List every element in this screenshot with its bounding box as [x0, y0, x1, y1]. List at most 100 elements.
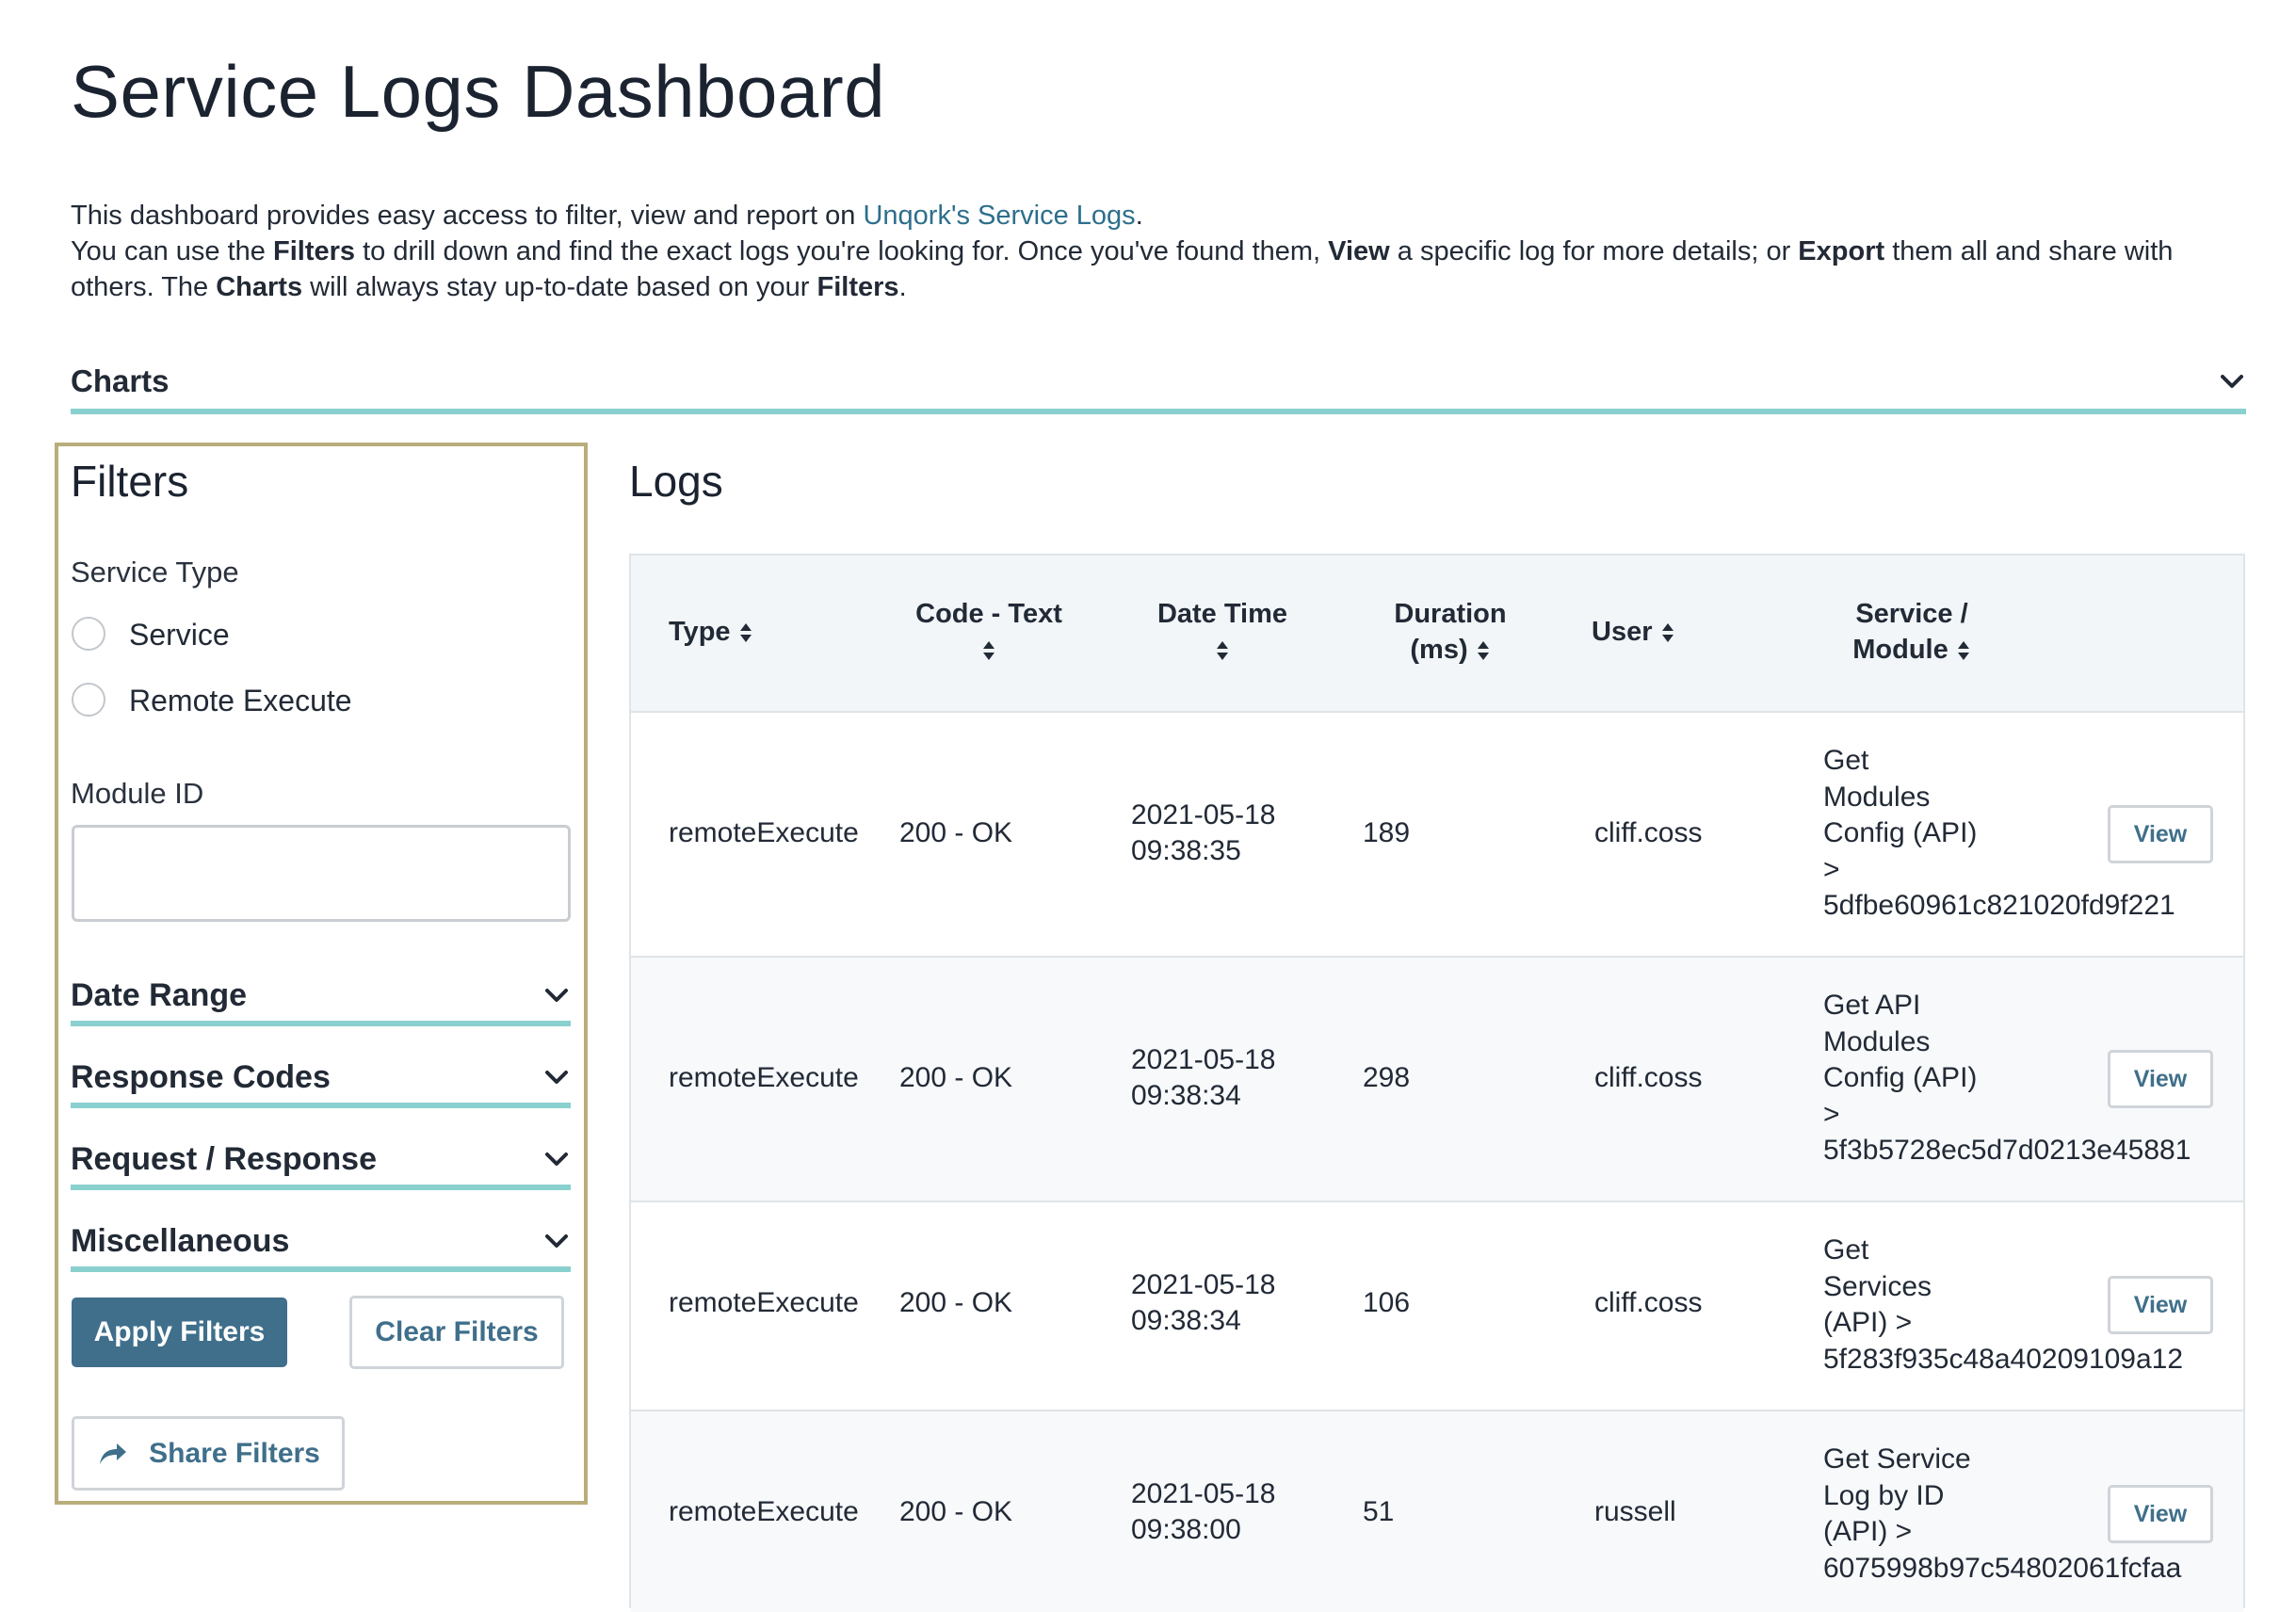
module-id-input[interactable] [72, 825, 571, 922]
logs-table: Type Code - Text Date Time Duration (ms)… [629, 554, 2245, 1612]
view-button[interactable]: View [2108, 1276, 2213, 1334]
cell-type: remoteExecute [669, 817, 859, 848]
cell-user: russell [1594, 1496, 1676, 1527]
module-id-label: Module ID [71, 777, 204, 810]
charts-accordion[interactable]: Charts [71, 358, 2246, 414]
intro-text-part: a specific log for more details; or [1389, 236, 1799, 266]
intro-text-bold: Filters [273, 236, 356, 266]
intro-text-bold: Export [1798, 236, 1885, 266]
column-header-label: Duration [1394, 599, 1507, 629]
radio-service-label: Service [129, 618, 230, 652]
column-header-datetime[interactable]: Date Time [1119, 596, 1326, 668]
cell-duration: 106 [1363, 1287, 1411, 1318]
cell-datetime: 2021-05-18 09:38:34 [1131, 1042, 1275, 1114]
sort-icon [738, 621, 753, 644]
share-filters-button[interactable]: Share Filters [72, 1416, 345, 1491]
intro-text-bold: Filters [817, 272, 899, 302]
share-icon [96, 1440, 128, 1468]
service-line: Get [1823, 1234, 1869, 1265]
intro-text-bold: View [1328, 236, 1390, 266]
intro-text-part: to drill down and find the exact logs yo… [355, 236, 1329, 266]
column-header-label: User [1592, 617, 1653, 647]
cell-time: 09:38:34 [1131, 1080, 1241, 1111]
cell-date: 2021-05-18 [1131, 799, 1276, 830]
table-row: remoteExecute 200 - OK 2021-05-18 09:38:3… [631, 1201, 2243, 1410]
intro-text-bold: Charts [216, 272, 303, 302]
column-header-label: Service / [1855, 599, 1968, 629]
cell-time: 09:38:00 [1131, 1514, 1241, 1545]
cell-code: 200 - OK [899, 1496, 1013, 1527]
service-line: 5f3b5728ec5d7d0213e45881 [1823, 1135, 2191, 1166]
sort-icon [1660, 621, 1675, 644]
clear-filters-button[interactable]: Clear Filters [349, 1296, 564, 1369]
accordion-date-range-label: Date Range [71, 977, 248, 1013]
accordion-response-codes-label: Response Codes [71, 1059, 331, 1095]
accordion-response-codes[interactable]: Response Codes [71, 1052, 571, 1108]
sort-icon [1215, 639, 1230, 662]
table-row: remoteExecute 200 - OK 2021-05-18 09:38:3… [631, 711, 2243, 956]
cell-datetime: 2021-05-18 09:38:34 [1131, 1267, 1275, 1339]
chevron-down-icon [542, 1063, 571, 1091]
service-line: 6075998b97c54802061fcfaa [1823, 1552, 2182, 1584]
cell-time: 09:38:34 [1131, 1305, 1241, 1336]
column-header-label: Date Time [1156, 599, 1288, 629]
cell-datetime: 2021-05-18 09:38:35 [1131, 798, 1275, 869]
radio-remote-execute[interactable] [72, 683, 105, 717]
cell-duration: 189 [1363, 817, 1411, 848]
charts-accordion-label: Charts [71, 363, 170, 398]
cell-time: 09:38:35 [1131, 835, 1241, 866]
accordion-miscellaneous[interactable]: Miscellaneous [71, 1216, 571, 1272]
column-header-label: Type [669, 617, 731, 647]
cell-user: cliff.coss [1594, 817, 1703, 848]
service-line: 5dfbe60961c821020fd9f221 [1823, 890, 2175, 921]
column-header-service-module[interactable]: Service / Module [1808, 596, 2015, 668]
cell-duration: 51 [1363, 1496, 1395, 1527]
service-type-label: Service Type [71, 556, 239, 588]
accordion-miscellaneous-label: Miscellaneous [71, 1223, 290, 1259]
chevron-down-icon [542, 981, 571, 1009]
service-line: Get API [1823, 990, 1921, 1021]
cell-duration: 298 [1363, 1062, 1411, 1093]
filters-title: Filters [71, 457, 189, 506]
radio-remote-execute-label: Remote Execute [129, 684, 352, 717]
table-row: remoteExecute 200 - OK 2021-05-18 09:38:3… [631, 956, 2243, 1201]
cell-user: cliff.coss [1594, 1062, 1703, 1093]
column-header-duration[interactable]: Duration (ms) [1347, 596, 1554, 668]
sort-icon [981, 639, 996, 662]
column-header-label: Module [1852, 635, 1948, 665]
column-header-code[interactable]: Code - Text [885, 596, 1092, 668]
cell-user: cliff.coss [1594, 1287, 1703, 1318]
cell-date: 2021-05-18 [1131, 1044, 1276, 1075]
service-logs-link[interactable]: Unqork's Service Logs [863, 201, 1135, 231]
intro-text-part: This dashboard provides easy access to f… [71, 201, 864, 231]
chevron-down-icon [542, 1145, 571, 1173]
table-header: Type Code - Text Date Time Duration (ms)… [631, 556, 2243, 711]
accordion-request-response[interactable]: Request / Response [71, 1134, 571, 1190]
cell-code: 200 - OK [899, 1287, 1013, 1318]
table-row: remoteExecute 200 - OK 2021-05-18 09:38:0… [631, 1410, 2243, 1612]
service-line: Get Service [1823, 1443, 1971, 1475]
service-line: 5f283f935c48a40209109a12 [1823, 1343, 2184, 1375]
view-button[interactable]: View [2108, 1050, 2213, 1108]
intro-text-part: . [1135, 201, 1143, 231]
column-header-type[interactable]: Type [669, 614, 753, 650]
view-button[interactable]: View [2108, 1485, 2213, 1543]
accordion-date-range[interactable]: Date Range [71, 970, 571, 1026]
cell-code: 200 - OK [899, 1062, 1013, 1093]
intro-text-part: . [898, 272, 907, 302]
apply-filters-button[interactable]: Apply Filters [72, 1298, 287, 1367]
column-header-label: Code - Text [915, 599, 1062, 629]
cell-datetime: 2021-05-18 09:38:00 [1131, 1476, 1275, 1548]
accordion-request-response-label: Request / Response [71, 1141, 377, 1177]
cell-code: 200 - OK [899, 817, 1013, 848]
radio-service[interactable] [72, 617, 105, 651]
cell-date: 2021-05-18 [1131, 1478, 1276, 1509]
view-button[interactable]: View [2108, 805, 2213, 863]
intro-text-part: will always stay up-to-date based on you… [302, 272, 817, 302]
column-header-user[interactable]: User [1592, 614, 1675, 650]
cell-type: remoteExecute [669, 1496, 859, 1527]
page-title: Service Logs Dashboard [71, 50, 886, 133]
sort-icon [1956, 639, 1971, 662]
intro-text-part: You can use the [71, 236, 273, 266]
cell-type: remoteExecute [669, 1062, 859, 1093]
